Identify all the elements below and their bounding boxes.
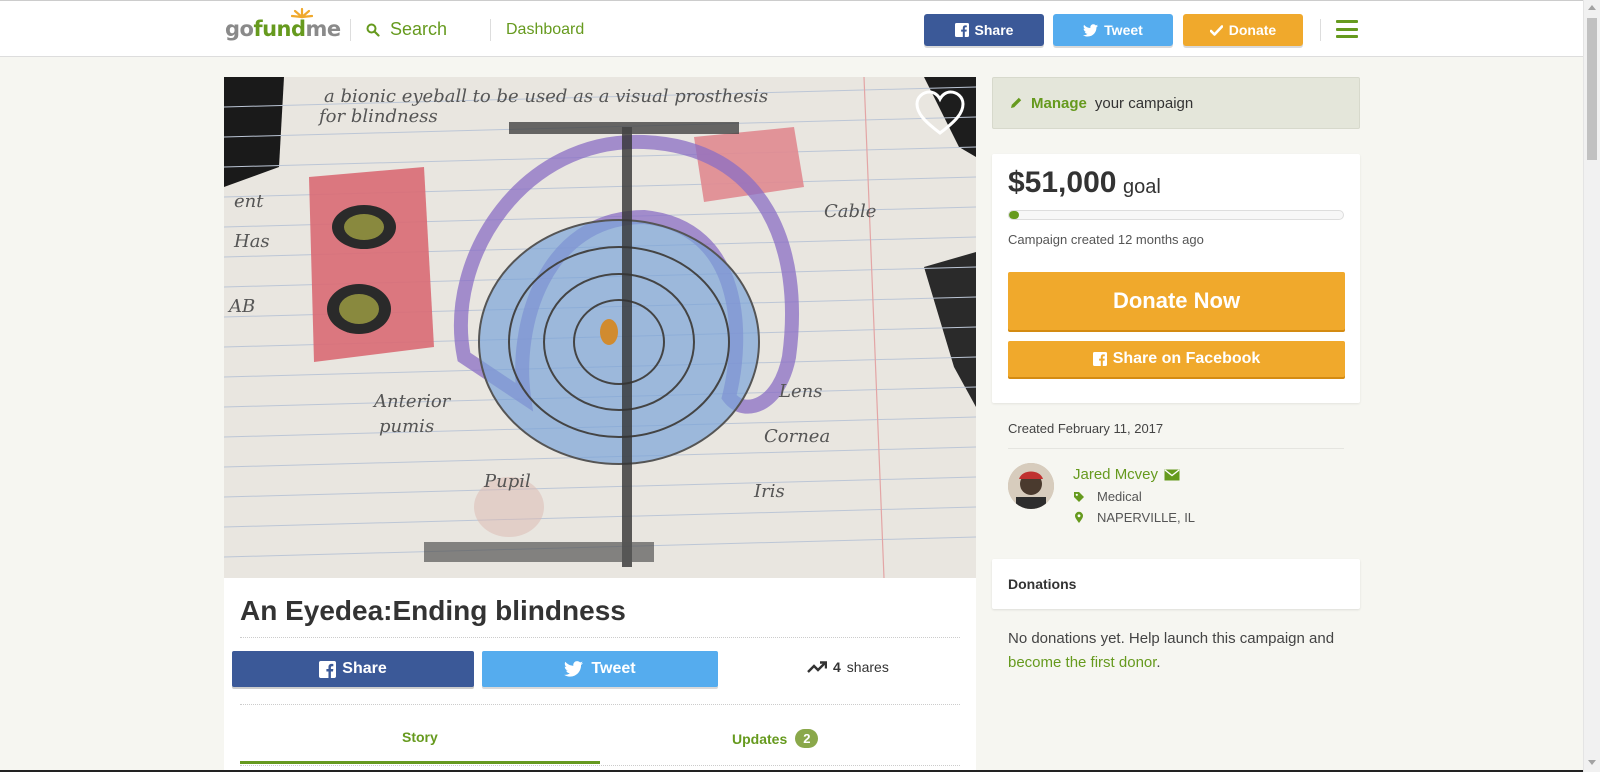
twitter-icon <box>564 661 584 677</box>
organizer-name: Jared Mcvey <box>1073 466 1159 483</box>
menu-icon[interactable] <box>1336 20 1358 38</box>
svg-text:Pupil: Pupil <box>483 471 531 492</box>
dashboard-link[interactable]: Dashboard <box>506 21 584 39</box>
nav-divider <box>1320 19 1321 41</box>
active-tab-indicator <box>240 761 600 764</box>
campaign-location: NAPERVILLE, IL <box>1073 510 1195 525</box>
scrollbar-thumb[interactable] <box>1587 18 1597 160</box>
scroll-up-arrow-icon[interactable] <box>1588 5 1596 10</box>
campaign-tweet-button[interactable]: Tweet <box>482 651 718 687</box>
svg-text:Cornea: Cornea <box>764 426 830 447</box>
campaign-category: Medical <box>1073 489 1142 504</box>
twitter-icon <box>1083 23 1099 36</box>
share-on-facebook-button[interactable]: Share on Facebook <box>1008 341 1345 377</box>
facebook-icon <box>319 660 337 678</box>
share-count-word: shares <box>846 659 889 675</box>
manage-rest: your campaign <box>1094 94 1194 112</box>
divider <box>240 704 960 705</box>
facebook-icon <box>954 23 969 37</box>
campaign-main: a bionic eyeball to be used as a visual … <box>224 77 976 772</box>
divider <box>240 637 960 638</box>
divider <box>240 765 960 766</box>
search-label: Search <box>390 19 448 39</box>
donations-header: Donations <box>992 559 1360 609</box>
svg-text:pumis: pumis <box>379 416 434 437</box>
hand-drawn-eye-diagram: a bionic eyeball to be used as a visual … <box>224 77 976 578</box>
goal-card: $51,000 goal Campaign created 12 months … <box>992 154 1360 403</box>
map-pin-icon <box>1075 511 1083 523</box>
no-donations-message: No donations yet. Help launch this campa… <box>1008 630 1335 671</box>
updates-count-badge: 2 <box>795 729 819 748</box>
manage-campaign-link[interactable]: Manage your campaign <box>992 77 1360 129</box>
goal-amount: $51,000 <box>1008 166 1117 199</box>
share-count: 4 shares <box>807 659 889 675</box>
scroll-down-arrow-icon[interactable] <box>1588 760 1596 765</box>
category-label[interactable]: Medical <box>1097 489 1142 504</box>
envelope-icon[interactable] <box>1164 468 1180 481</box>
trending-icon <box>807 660 827 673</box>
gofundme-logo[interactable]: gofundme <box>225 7 341 41</box>
nav-divider <box>490 19 491 41</box>
svg-text:Anterior: Anterior <box>372 391 452 412</box>
become-first-donor-link[interactable]: become the first donor <box>1008 654 1156 671</box>
progress-bar <box>1008 210 1344 220</box>
logo-sun-icon <box>291 7 313 19</box>
svg-text:Cable: Cable <box>824 201 876 222</box>
divider <box>1008 448 1344 449</box>
organizer-avatar[interactable] <box>1008 463 1054 509</box>
search-link[interactable]: Search <box>366 19 447 40</box>
campaign-created-ago: Campaign created 12 months ago <box>1008 232 1204 247</box>
svg-text:ent: ent <box>234 191 264 212</box>
created-date: Created February 11, 2017 <box>1008 421 1164 436</box>
svg-text:Lens: Lens <box>778 381 822 402</box>
svg-text:for blindness: for blindness <box>317 106 438 127</box>
share-count-number: 4 <box>833 659 841 675</box>
tab-story[interactable]: Story <box>402 729 438 745</box>
svg-text:AB: AB <box>227 296 255 317</box>
campaign-hero-image: a bionic eyeball to be used as a visual … <box>224 77 976 578</box>
nav-divider <box>350 19 351 41</box>
tab-updates-label: Updates <box>732 730 788 747</box>
svg-text:a bionic eyeball to be used as: a bionic eyeball to be used as a visual … <box>324 86 768 107</box>
header-donate-button[interactable]: Donate <box>1183 14 1303 46</box>
header-tweet-button[interactable]: Tweet <box>1053 14 1173 46</box>
campaign-share-button[interactable]: Share <box>232 651 474 687</box>
header-share-button[interactable]: Share <box>924 14 1044 46</box>
location-label: NAPERVILLE, IL <box>1097 510 1196 525</box>
donate-now-button[interactable]: Donate Now <box>1008 272 1345 330</box>
tab-updates[interactable]: Updates 2 <box>732 729 819 748</box>
top-navigation: gofundme Search Dashboard Share Tweet Do… <box>0 0 1583 57</box>
tag-icon <box>1074 491 1084 502</box>
campaign-title: An Eyedea:Ending blindness <box>240 595 626 626</box>
facebook-icon <box>1092 352 1107 366</box>
progress-fill <box>1009 211 1019 219</box>
organizer-name-link[interactable]: Jared Mcvey <box>1073 466 1180 483</box>
svg-text:Has: Has <box>233 231 270 252</box>
page-scrollbar[interactable] <box>1583 0 1600 772</box>
heart-icon[interactable] <box>914 89 966 137</box>
pencil-icon <box>1011 97 1022 108</box>
check-icon <box>1209 24 1223 36</box>
manage-label: Manage <box>1031 94 1087 112</box>
svg-text:Iris: Iris <box>753 481 785 502</box>
search-icon <box>366 23 380 37</box>
goal-label: goal <box>1123 176 1161 198</box>
